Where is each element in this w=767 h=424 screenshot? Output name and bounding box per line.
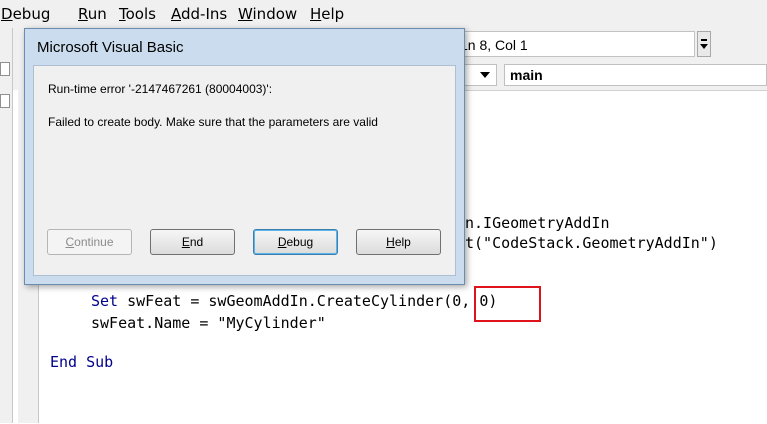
end-button[interactable]: End [150, 229, 235, 255]
code-line-name: swFeat.Name = "MyCylinder" [91, 314, 326, 332]
error-dialog: Microsoft Visual Basic Run-time error '-… [24, 28, 465, 285]
code-line-fragment: n.IGeometryAddIn [465, 214, 610, 232]
dialog-title: Microsoft Visual Basic [37, 39, 184, 56]
code-line-fragment: t("CodeStack.GeometryAddIn") [465, 234, 718, 252]
chevron-down-icon [700, 44, 708, 49]
continue-button[interactable]: Continue [47, 229, 132, 255]
object-dropdown[interactable] [463, 64, 497, 86]
menu-add-ins[interactable]: Add-Ins [171, 5, 227, 23]
highlight-rectangle [474, 286, 541, 322]
menu-run[interactable]: Run [78, 5, 107, 23]
help-button[interactable]: Help [356, 229, 441, 255]
chevron-down-icon [480, 72, 490, 78]
project-pane-strip [0, 28, 13, 423]
menu-tools[interactable]: Tools [119, 5, 156, 23]
cursor-position-box: Ln 8, Col 1 [455, 31, 695, 57]
code-keyword: Set [91, 292, 119, 310]
overflow-bar-icon [701, 39, 707, 41]
menu-help[interactable]: Help [310, 5, 344, 23]
error-code: Run-time error '-2147467261 (80004003)': [48, 82, 273, 96]
menu-debug[interactable]: Debug [1, 5, 50, 23]
menu-window[interactable]: Window [238, 5, 297, 23]
scroll-button[interactable] [0, 94, 10, 108]
procedure-dropdown[interactable]: main [504, 64, 767, 86]
error-message: Failed to create body. Make sure that th… [48, 115, 378, 129]
code-line-end-sub: End Sub [50, 353, 114, 371]
debug-button[interactable]: Debug [253, 229, 338, 255]
menu-bar: Debug Run Tools Add-Ins Window Help [0, 0, 767, 28]
code-line-create-cylinder: Set swFeat = swGeomAddIn.CreateCylinder(… [91, 292, 498, 310]
scroll-button[interactable] [0, 62, 10, 76]
toolbar-overflow-button[interactable] [697, 31, 711, 57]
